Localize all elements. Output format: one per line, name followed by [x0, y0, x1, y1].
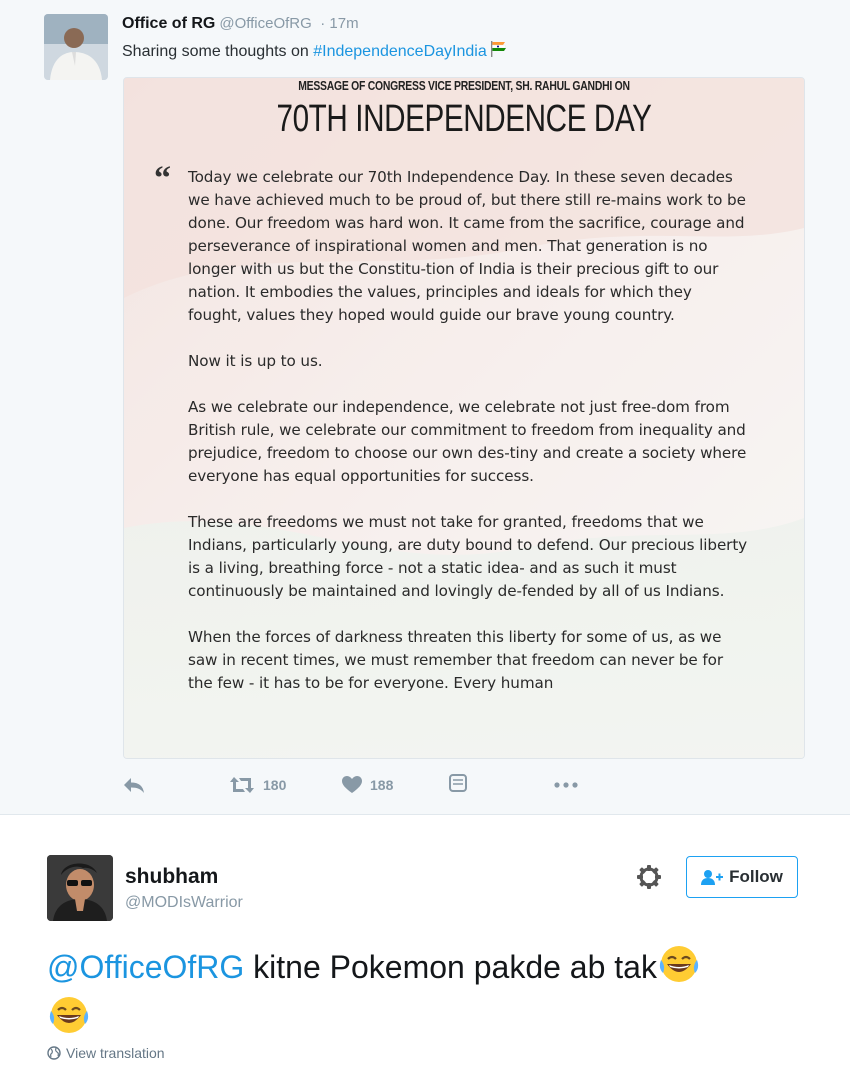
tweet-text-prefix: Sharing some thoughts on [122, 43, 314, 60]
more-icon [554, 782, 578, 788]
paragraph: When the forces of darkness threaten thi… [188, 628, 723, 692]
follow-label: Follow [729, 867, 783, 886]
tweet-actions: 180 188 [122, 772, 622, 800]
message-button[interactable] [449, 774, 467, 792]
reply-text: @OfficeOfRG kitne Pokemon pakde ab tak [47, 944, 807, 1046]
tweet-image[interactable]: MESSAGE OF CONGRESS VICE PRESIDENT, SH. … [123, 77, 805, 759]
avatar[interactable] [44, 14, 108, 80]
tweet-time[interactable]: · 17m [320, 15, 358, 32]
quote-mark-icon: “ [154, 160, 171, 197]
mention-link[interactable]: @OfficeOfRG [47, 949, 244, 985]
paragraph: As we celebrate our independence, we cel… [188, 398, 747, 485]
view-translation-label: View translation [66, 1045, 165, 1061]
follow-button[interactable]: Follow [686, 856, 798, 898]
reply-text-body: kitne Pokemon pakde ab tak [244, 949, 657, 985]
globe-icon [47, 1046, 61, 1060]
like-count: 188 [370, 777, 394, 793]
retweet-count: 180 [263, 777, 287, 793]
settings-button[interactable] [636, 864, 662, 890]
heart-icon [342, 776, 362, 793]
tweet-text: Sharing some thoughts on #IndependenceDa… [122, 40, 509, 63]
gear-icon [637, 865, 661, 889]
more-button[interactable] [554, 782, 578, 788]
reply-button[interactable] [122, 776, 146, 794]
reply-avatar[interactable] [47, 855, 113, 921]
paragraph: Now it is up to us. [188, 352, 323, 370]
retweet-icon [230, 777, 254, 793]
reply-author-handle[interactable]: @MODIsWarrior [125, 894, 243, 912]
hashtag-link[interactable]: #IndependenceDayIndia [313, 43, 486, 60]
author-handle[interactable]: @OfficeOfRG [219, 15, 311, 32]
reply-icon [124, 778, 144, 793]
laughing-emoji-icon [47, 995, 91, 1046]
message-icon [449, 774, 467, 792]
view-translation-link[interactable]: View translation [47, 1045, 165, 1061]
original-tweet[interactable]: Office of RG @OfficeOfRG · 17m Sharing so… [0, 0, 850, 815]
author-name[interactable]: Office of RG [122, 15, 215, 32]
add-user-icon [701, 870, 724, 885]
reply-author-name[interactable]: shubham [125, 865, 218, 889]
author-line: Office of RG @OfficeOfRG · 17m [122, 15, 359, 33]
image-subheading: MESSAGE OF CONGRESS VICE PRESIDENT, SH. … [298, 78, 630, 93]
paragraph: Today we celebrate our 70th Independence… [188, 168, 746, 324]
image-heading: 70TH INDEPENDENCE DAY [276, 98, 652, 140]
india-flag-icon [489, 40, 509, 63]
laughing-emoji-icon [657, 944, 701, 995]
retweet-button[interactable]: 180 [229, 776, 286, 794]
paragraph: These are freedoms we must not take for … [188, 513, 748, 600]
image-body: Today we celebrate our 70th Independence… [188, 166, 748, 718]
like-button[interactable]: 188 [342, 776, 393, 794]
